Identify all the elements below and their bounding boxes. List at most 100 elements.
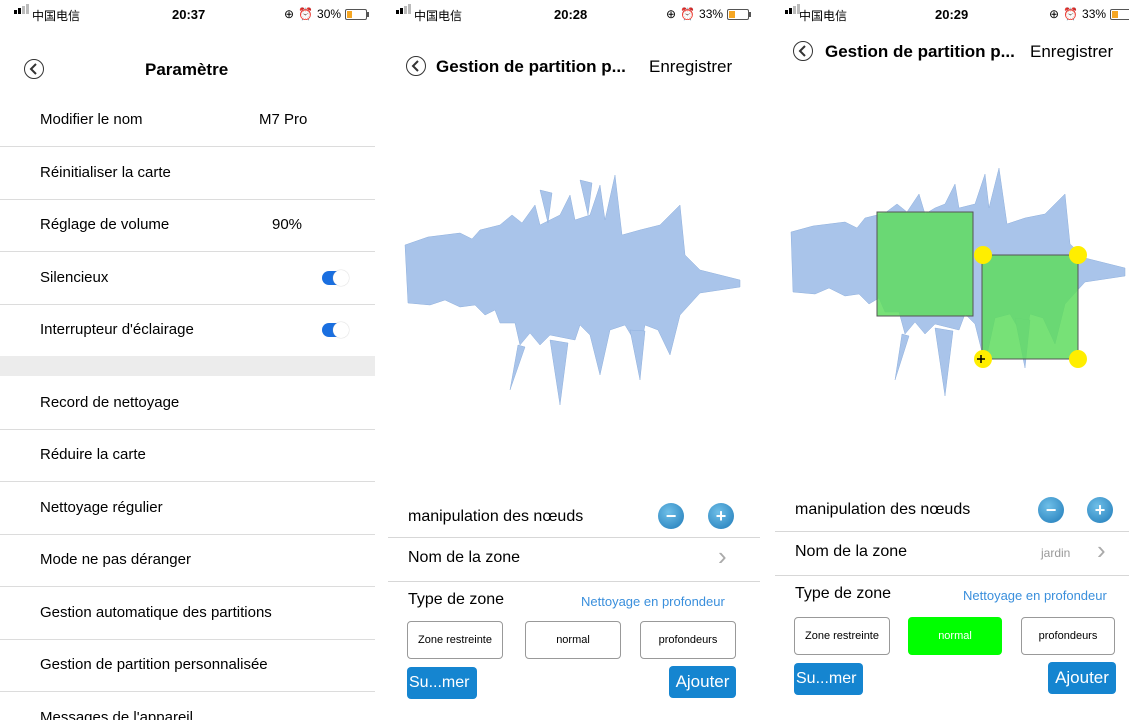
plus-icon: +: [715, 506, 727, 526]
settings-row-label: Mode ne pas déranger: [40, 551, 191, 568]
zone-type-normal-button[interactable]: normal: [525, 621, 621, 659]
delete-button[interactable]: Su...mer: [407, 667, 477, 699]
carrier-label: 中国电信: [32, 9, 81, 23]
zone-handle[interactable]: [1069, 246, 1087, 264]
battery-percent: 30%: [317, 7, 342, 21]
back-button[interactable]: [24, 59, 44, 79]
settings-row[interactable]: Messages de l'appareil: [0, 692, 375, 720]
settings-row-label: Modifier le nom: [40, 111, 143, 128]
chevron-left-icon: [798, 45, 806, 57]
delete-button[interactable]: Su...mer: [794, 663, 863, 695]
zone-name-value: jardin: [1041, 546, 1071, 560]
settings-row[interactable]: Modifier le nom M7 Pro: [0, 94, 375, 147]
settings-row-label: Réglage de volume: [40, 216, 170, 233]
settings-row-label: Nettoyage régulier: [40, 498, 163, 516]
save-button[interactable]: Enregistrer: [1030, 42, 1113, 62]
toggle-switch[interactable]: [322, 322, 349, 338]
settings-row[interactable]: Réglage de volume 90%: [0, 199, 375, 252]
divider: [388, 537, 760, 538]
save-button[interactable]: Enregistrer: [649, 57, 732, 77]
zone-type-deep-button[interactable]: profondeurs: [1021, 617, 1115, 655]
partition-editor-screen-with-zones: 中国电信 20:29 ⊕ ⏰ 33% Gestion de partition …: [775, 0, 1129, 720]
clock: 20:29: [935, 7, 969, 22]
zone-name-label: Nom de la zone: [408, 549, 521, 566]
zone-handle[interactable]: [1069, 350, 1087, 368]
page-title: Paramètre: [145, 60, 229, 79]
alarm-icon: ⏰: [680, 7, 696, 21]
alarm-icon: ⏰: [298, 7, 314, 21]
divider: [775, 575, 1129, 576]
clock: 20:37: [172, 7, 206, 22]
settings-row-label: Record de nettoyage: [40, 393, 180, 411]
zone-type-normal-button[interactable]: normal: [908, 617, 1002, 655]
toggle-switch[interactable]: [322, 269, 349, 286]
settings-row[interactable]: Gestion automatique des partitions: [0, 587, 375, 640]
settings-row-label: Messages de l'appareil: [40, 708, 193, 720]
chevron-left-icon: [411, 60, 419, 72]
rotation-lock-icon: ⊕: [284, 7, 295, 21]
remove-node-button[interactable]: −: [658, 503, 684, 529]
signal-icon: [785, 4, 800, 14]
page-title: Gestion de partition p...: [825, 42, 1015, 61]
rotation-lock-icon: ⊕: [1049, 7, 1060, 21]
divider: [388, 581, 760, 582]
settings-row[interactable]: Gestion de partition personnalisée: [0, 639, 375, 692]
zone-handle[interactable]: [974, 246, 992, 264]
zone-type-deep-button[interactable]: profondeurs: [640, 621, 736, 659]
signal-icon: [396, 4, 411, 14]
zone-type-restricted-button[interactable]: Zone restreinte: [794, 617, 890, 655]
plus-icon: +: [1094, 500, 1106, 520]
status-bar: 中国电信 20:29 ⊕ ⏰ 33%: [775, 0, 1129, 26]
back-button[interactable]: [406, 56, 426, 76]
battery-icon: [1110, 8, 1129, 20]
battery-icon: [727, 8, 752, 20]
add-button[interactable]: Ajouter: [1048, 662, 1116, 694]
settings-row-label: Gestion automatique des partitions: [40, 603, 272, 621]
remove-node-button[interactable]: −: [1038, 497, 1064, 523]
zone-2[interactable]: [981, 254, 1079, 360]
carrier-label: 中国电信: [799, 9, 848, 23]
carrier-label: 中国电信: [414, 9, 463, 23]
divider: [775, 531, 1129, 532]
settings-row-label: Gestion de partition personnalisée: [40, 656, 268, 673]
zone-type-value: Nettoyage en profondeur: [963, 588, 1107, 603]
status-bar: 中国电信 20:28 ⊕ ⏰ 33%: [388, 0, 760, 26]
alarm-icon: ⏰: [1063, 7, 1079, 21]
back-button[interactable]: [793, 41, 813, 61]
chevron-right-icon: ›: [718, 541, 727, 571]
status-right: ⊕ ⏰ 33%: [666, 7, 752, 21]
chevron-right-icon: ›: [1097, 535, 1106, 565]
settings-row[interactable]: Réinitialiser la carte: [0, 147, 375, 200]
clock: 20:28: [554, 7, 588, 22]
zone-1[interactable]: [876, 211, 974, 317]
settings-row[interactable]: Interrupteur d'éclairage: [0, 304, 375, 357]
settings-row[interactable]: Mode ne pas déranger: [0, 534, 375, 587]
add-node-button[interactable]: +: [708, 503, 734, 529]
add-node-button[interactable]: +: [1087, 497, 1113, 523]
status-right: ⊕ ⏰ 30%: [284, 7, 370, 21]
settings-row-label: Réinitialiser la carte: [40, 163, 171, 181]
add-button[interactable]: Ajouter: [669, 666, 736, 698]
rotation-lock-icon: ⊕: [666, 7, 677, 21]
floor-map[interactable]: [400, 175, 745, 410]
minus-icon: −: [1045, 500, 1057, 520]
settings-row[interactable]: Réduire la carte: [0, 429, 375, 482]
settings-row-label: Réduire la carte: [40, 446, 146, 463]
settings-row[interactable]: Nettoyage régulier: [0, 482, 375, 535]
status-bar: 中国电信 20:37 ⊕ ⏰ 30%: [0, 0, 375, 26]
signal-icon: [14, 4, 29, 14]
settings-row-label: Interrupteur d'éclairage: [40, 321, 194, 338]
page-title: Gestion de partition p...: [436, 57, 626, 76]
section-separator: [0, 356, 375, 376]
zone-type-label: Type de zone: [408, 591, 505, 608]
zone-type-value: Nettoyage en profondeur: [581, 594, 725, 609]
zone-type-label: Type de zone: [795, 585, 892, 602]
settings-row-value: 90%: [272, 216, 303, 233]
nodes-label: manipulation des nœuds: [408, 508, 584, 525]
settings-row[interactable]: Record de nettoyage: [0, 377, 375, 430]
battery-percent: 33%: [1082, 7, 1107, 21]
settings-row[interactable]: Silencieux: [0, 252, 375, 305]
floor-map[interactable]: [787, 168, 1129, 403]
minus-icon: −: [665, 506, 677, 526]
zone-type-restricted-button[interactable]: Zone restreinte: [407, 621, 503, 659]
